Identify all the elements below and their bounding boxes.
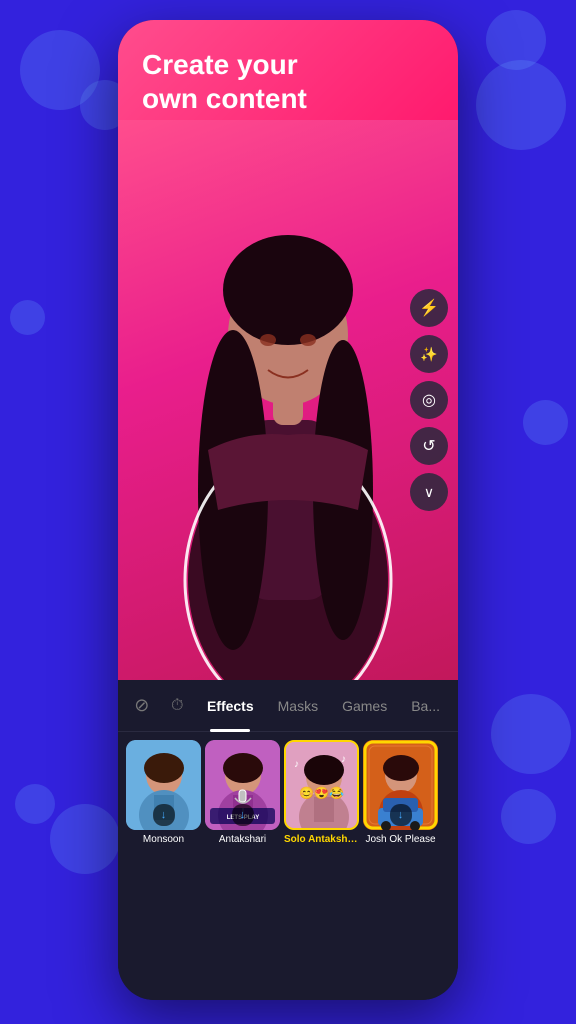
monsoon-download-badge: ↓ — [153, 804, 175, 826]
download-icon-josh: ↓ — [398, 809, 404, 821]
download-icon-monsoon: ↓ — [161, 809, 167, 821]
bottom-panel: ⊘ ⏱ Effects Masks Games Ba ... — [118, 680, 458, 1000]
beauty-icon: ✨ — [420, 346, 437, 363]
more-icon: ∨ — [424, 484, 434, 501]
tab-games[interactable]: Games — [332, 680, 397, 732]
effect-thumb-antakshari: LETS PLAY ↓ — [205, 740, 280, 830]
monsoon-label: Monsoon — [143, 834, 184, 845]
antakshari-label: Antakshari — [219, 834, 266, 845]
effect-solo-antakshari[interactable]: ♪ ♪ 😊😍😂 Solo Antakshari — [284, 740, 359, 845]
tab-timer[interactable]: ⏱ — [161, 688, 192, 724]
tab-ba-ellipsis: ... — [428, 698, 440, 714]
filter-icon: ◎ — [422, 390, 436, 410]
effect-monsoon[interactable]: ↓ Monsoon — [126, 740, 201, 845]
svg-text:♪: ♪ — [341, 754, 346, 765]
tab-none[interactable]: ⊘ — [126, 688, 157, 724]
flash-icon: ⚡ — [419, 298, 439, 318]
camera-view: ⚡ ✨ ◎ ↺ ∨ — [118, 120, 458, 680]
flip-icon: ↺ — [422, 436, 435, 456]
more-btn[interactable]: ∨ — [410, 473, 448, 511]
solo-emoji-row: 😊😍😂 — [299, 786, 344, 800]
phone-frame: Create your own content — [118, 20, 458, 1000]
deco-circle-5 — [15, 784, 55, 824]
effect-thumb-josh: ↓ — [363, 740, 438, 830]
antakshari-download-badge: ↓ — [232, 804, 254, 826]
none-icon: ⊘ — [134, 695, 149, 716]
deco-circle-10 — [523, 400, 568, 445]
filter-btn[interactable]: ◎ — [410, 381, 448, 419]
tab-games-label: Games — [342, 698, 387, 714]
timer-icon: ⏱ — [171, 697, 183, 715]
deco-circle-6 — [50, 804, 120, 874]
tab-masks[interactable]: Masks — [268, 680, 328, 732]
beauty-btn[interactable]: ✨ — [410, 335, 448, 373]
josh-label: Josh Ok Please — [365, 834, 435, 845]
josh-download-badge: ↓ — [390, 804, 412, 826]
effect-thumb-solo: ♪ ♪ 😊😍😂 — [284, 740, 359, 830]
effect-josh[interactable]: ↓ Josh Ok Please — [363, 740, 438, 845]
woman-figure-svg — [148, 160, 428, 680]
header-title: Create your own content — [142, 48, 434, 115]
deco-circle-9 — [10, 300, 45, 335]
flip-btn[interactable]: ↺ — [410, 427, 448, 465]
header-line1: Create your — [142, 49, 298, 80]
effects-grid: ↓ Monsoon — [118, 732, 458, 853]
tab-effects[interactable]: Effects — [197, 680, 264, 732]
header-line2: own content — [142, 83, 307, 114]
solo-label: Solo Antakshari — [284, 834, 359, 845]
deco-circle-7 — [501, 789, 556, 844]
effect-antakshari[interactable]: LETS PLAY ↓ Antakshari — [205, 740, 280, 845]
deco-circle-8 — [491, 694, 571, 774]
toolbar: ⚡ ✨ ◎ ↺ ∨ — [410, 289, 448, 511]
tab-bar: ⊘ ⏱ Effects Masks Games Ba ... — [118, 680, 458, 732]
tab-masks-label: Masks — [278, 698, 318, 714]
deco-circle-4 — [476, 60, 566, 150]
svg-text:♪: ♪ — [294, 759, 299, 770]
effect-thumb-monsoon: ↓ — [126, 740, 201, 830]
header-area: Create your own content — [118, 20, 458, 120]
tab-ba-label: Ba — [411, 698, 428, 714]
tab-background[interactable]: Ba ... — [401, 680, 450, 732]
tab-effects-label: Effects — [207, 698, 254, 714]
flash-btn[interactable]: ⚡ — [410, 289, 448, 327]
download-icon-antakshari: ↓ — [240, 809, 246, 821]
